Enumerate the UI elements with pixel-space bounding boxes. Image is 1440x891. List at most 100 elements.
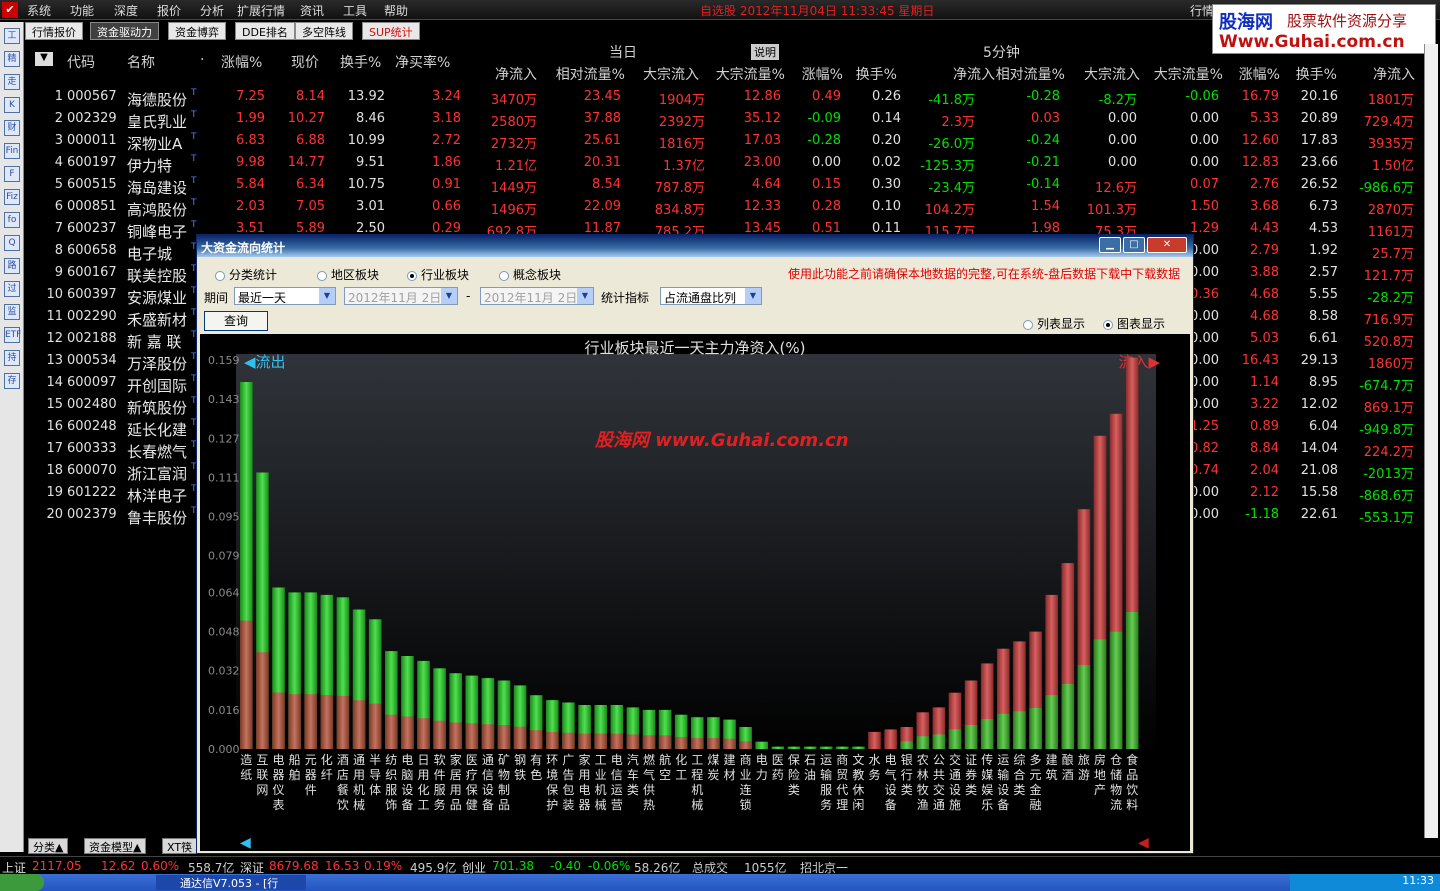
menu-depth[interactable]: 深度 [114, 2, 138, 19]
subcol-10[interactable]: 涨幅% [1230, 64, 1280, 86]
col-turnover[interactable]: 换手% [340, 52, 381, 74]
hq-label[interactable]: 行情 [1190, 2, 1214, 19]
menu-analysis[interactable]: 分析 [200, 2, 224, 19]
table-row[interactable]: 3 000011 深物业A T 6.83 6.88 10.99 2.72 2732万 25.61 1… [25, 130, 1425, 153]
sidebar-icon-13[interactable]: ETF [4, 327, 21, 343]
bar-39[interactable] [868, 731, 881, 749]
sidebar-icon-12[interactable]: 监 [4, 304, 20, 320]
taskbar-app[interactable]: 通达信V7.053 - [行 [156, 875, 306, 890]
tab-bull-bear[interactable]: 多空阵线 [295, 22, 353, 40]
col-price[interactable]: 现价 [291, 52, 319, 74]
sidebar-icon-5[interactable]: Fin [4, 143, 20, 159]
ad-banner[interactable]: 股海网 股票软件资源分享 Www.Guhai.com.cn [1212, 4, 1436, 54]
start-button[interactable] [0, 874, 44, 891]
subcol-5[interactable]: 换手% [847, 64, 897, 86]
col-net-ratio[interactable]: 净买率% [395, 52, 450, 74]
bar-40[interactable] [884, 729, 897, 749]
query-button[interactable]: 查询 [204, 311, 268, 331]
table-row[interactable]: 4 600197 伊力特 T 9.98 14.77 9.51 1.86 1.21亿 20.31 1.… [25, 152, 1425, 175]
col-code[interactable]: 代码 [67, 52, 95, 74]
tab-fund-game[interactable]: 资金博弈 [168, 22, 226, 40]
cell-14: 0.03 [1031, 111, 1060, 126]
cell-7: 1.21亿 [495, 159, 537, 174]
bar-37[interactable] [836, 746, 849, 749]
subcol-2[interactable]: 大宗流入 [631, 64, 699, 86]
radio-icon [1023, 319, 1033, 330]
menu-system[interactable]: 系统 [27, 2, 51, 19]
cell-0: 1 [54, 89, 63, 104]
explain-button[interactable]: 说明 [751, 44, 779, 60]
menu-function[interactable]: 功能 [70, 2, 94, 19]
table-row[interactable]: 5 600515 海岛建设 T 5.84 6.34 10.75 0.91 1449万 8.54 78… [25, 174, 1425, 197]
sidebar-icon-7[interactable]: Fiz [4, 189, 20, 205]
subcol-11[interactable]: 换手% [1287, 64, 1337, 86]
radio-industry[interactable]: 行业板块 [407, 266, 469, 283]
table-row[interactable]: 2 002329 皇氏乳业 T 1.99 10.27 8.46 3.18 2580万 37.88 2… [25, 108, 1425, 131]
bar-36[interactable] [819, 746, 833, 749]
subcol-3[interactable]: 大宗流量% [705, 64, 785, 86]
cell-17: 2.12 [1250, 485, 1279, 500]
subcol-7[interactable]: 相对流量% [985, 64, 1065, 86]
tab-quote[interactable]: 行情报价 [25, 22, 83, 40]
sidebar-icon-0[interactable]: 工 [4, 28, 20, 44]
menu-tools[interactable]: 工具 [343, 2, 367, 19]
maximize-icon[interactable]: □ [1123, 237, 1145, 253]
sidebar-icon-4[interactable]: 财 [4, 120, 20, 136]
subcol-9[interactable]: 大宗流量% [1143, 64, 1223, 86]
subcol-8[interactable]: 大宗流入 [1068, 64, 1140, 86]
menu-quote[interactable]: 报价 [157, 2, 181, 19]
sidebar-icon-10[interactable]: 路 [4, 258, 20, 274]
tab-fund-model[interactable]: 资金模型▲ [84, 838, 147, 854]
radio-chart-view[interactable]: 图表显示 [1103, 315, 1165, 332]
bar-segment-5 [320, 695, 334, 749]
end-date-picker[interactable]: 2012年11月 2日 ▼ [480, 287, 594, 305]
col-change[interactable]: 涨幅% [221, 52, 262, 74]
bar-38[interactable] [852, 746, 865, 749]
menu-extended[interactable]: 扩展行情 [237, 2, 285, 19]
metric-select[interactable]: 占流通盘比列 ▼ [660, 287, 762, 305]
scroll-right-icon[interactable]: ◀ [1138, 835, 1149, 851]
bar-34[interactable] [787, 746, 801, 749]
sidebar-icon-11[interactable]: 过 [4, 281, 20, 297]
subcol-12[interactable]: 净流入 [1353, 64, 1415, 86]
vertical-scrollbar[interactable] [1424, 44, 1438, 838]
close-icon[interactable]: ✕ [1147, 237, 1187, 253]
bar-32[interactable] [755, 741, 768, 749]
bar-35[interactable] [803, 746, 817, 749]
app-logo-icon[interactable]: ✔ [2, 2, 18, 18]
menu-news[interactable]: 资讯 [300, 2, 324, 19]
sidebar-icon-1[interactable]: 精 [4, 51, 20, 67]
subcol-0[interactable]: 净流入 [487, 64, 537, 86]
subcol-1[interactable]: 相对流量% [541, 64, 625, 86]
bar-33[interactable] [771, 746, 785, 749]
period-select[interactable]: 最近一天 ▼ [234, 287, 336, 305]
col-name[interactable]: 名称 [127, 52, 155, 74]
tab-sup[interactable]: SUP统计 [362, 22, 420, 40]
x-tick-label: 电力 [756, 753, 768, 782]
sidebar-icon-6[interactable]: F [4, 166, 20, 182]
subcol-4[interactable]: 涨幅% [793, 64, 843, 86]
column-dropdown-icon[interactable]: ▼ [35, 52, 53, 66]
tab-fund-drive[interactable]: 资金驱动力 [90, 22, 159, 40]
table-row[interactable]: 6 000851 高鸿股份 T 2.03 7.05 3.01 0.66 1496万 22.09 83… [25, 196, 1425, 219]
radio-list-view[interactable]: 列表显示 [1023, 315, 1085, 332]
dialog-titlebar[interactable]: 大资金流向统计 [197, 235, 1193, 257]
table-row[interactable]: 1 000567 海德股份 T 7.25 8.14 13.92 3.24 3470万 23.45 1… [25, 86, 1425, 109]
sidebar-icon-14[interactable]: 持 [4, 350, 20, 366]
tab-category[interactable]: 分类▲ [28, 838, 69, 854]
menu-help[interactable]: 帮助 [384, 2, 408, 19]
start-date-picker[interactable]: 2012年11月 2日 ▼ [344, 287, 458, 305]
sidebar-icon-9[interactable]: Q [4, 235, 20, 251]
radio-concept[interactable]: 概念板块 [499, 266, 561, 283]
radio-region[interactable]: 地区板块 [317, 266, 379, 283]
sidebar-icon-15[interactable]: 存 [4, 373, 20, 389]
sidebar-icon-3[interactable]: K [4, 97, 20, 113]
minimize-icon[interactable]: ▁ [1099, 237, 1121, 253]
tab-dde[interactable]: DDE排名 [235, 22, 295, 40]
scroll-left-icon[interactable]: ◀ [240, 835, 251, 851]
sidebar-icon-8[interactable]: fo [4, 212, 20, 228]
tab-xt[interactable]: XT筷 [162, 838, 198, 854]
sidebar-icon-2[interactable]: 走 [4, 74, 20, 90]
cell-1: 002480 [67, 397, 117, 412]
radio-category[interactable]: 分类统计 [215, 266, 277, 283]
